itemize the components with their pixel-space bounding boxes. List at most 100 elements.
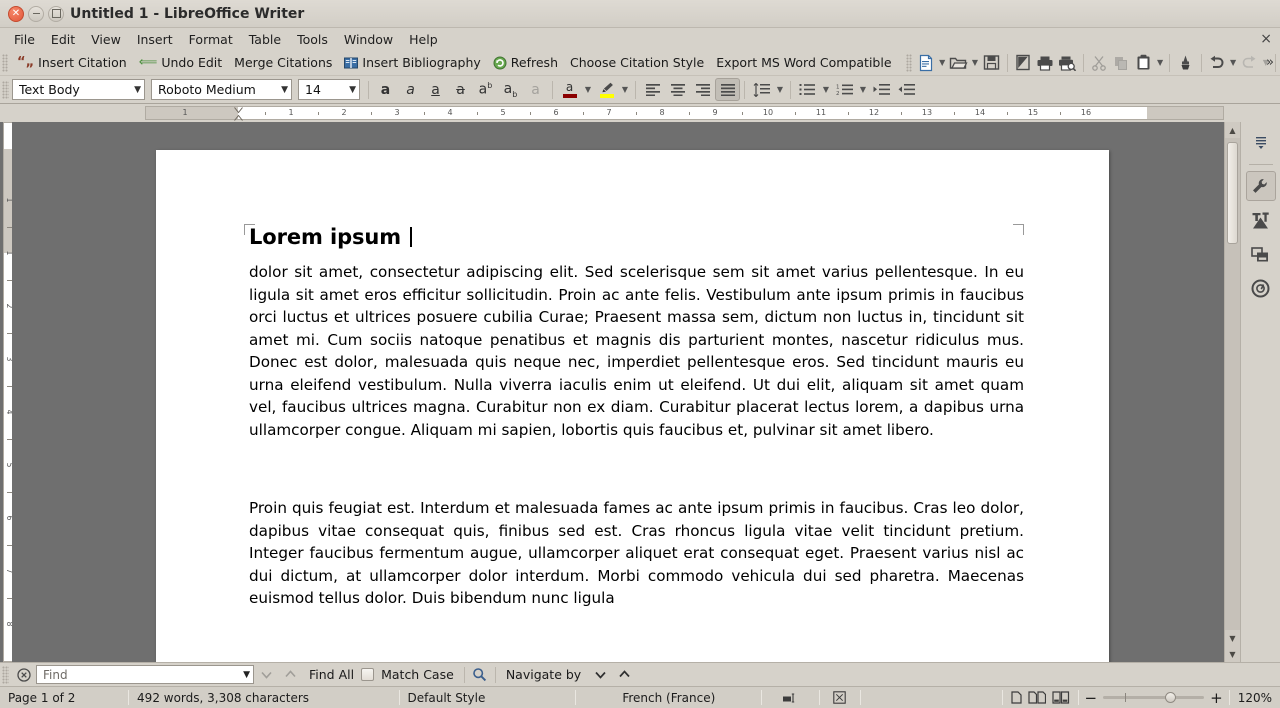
menu-view[interactable]: View — [83, 30, 129, 49]
horizontal-ruler[interactable]: 1 2 3 4 5 6 7 8 9 10 11 12 13 14 15 16 1 — [145, 106, 1224, 121]
undo-dropdown-icon[interactable]: ▼ — [1228, 52, 1238, 74]
underline-button[interactable]: a — [423, 78, 448, 101]
increase-indent-button[interactable] — [869, 78, 894, 101]
paragraph-style-combo[interactable]: Text Body ▼ — [12, 79, 145, 100]
menu-help[interactable]: Help — [401, 30, 446, 49]
find-toolbar-grip[interactable] — [2, 665, 9, 684]
language-status[interactable]: French (France) — [576, 690, 761, 706]
redo-button[interactable] — [1238, 52, 1260, 74]
sidebar-item-gallery[interactable] — [1246, 239, 1276, 269]
document-heading[interactable]: Lorem ipsum — [249, 225, 1024, 249]
font-size-combo[interactable]: 14 ▼ — [298, 79, 360, 100]
sidebar-settings-icon[interactable] — [1246, 128, 1276, 158]
menu-window[interactable]: Window — [336, 30, 401, 49]
subscript-button[interactable]: ab — [498, 78, 523, 101]
clone-formatting-button[interactable] — [1174, 52, 1196, 74]
close-find-icon[interactable] — [12, 665, 36, 685]
selection-mode-icon[interactable] — [820, 690, 860, 706]
new-doc-button[interactable] — [915, 52, 937, 74]
indent-marker-icon[interactable] — [234, 107, 243, 121]
page-style-status[interactable]: Default Style — [400, 690, 576, 706]
choose-citation-style-button[interactable]: Choose Citation Style — [564, 53, 710, 72]
document-canvas[interactable]: Lorem ipsum dolor sit amet, consectetur … — [12, 122, 1224, 662]
decrease-indent-button[interactable] — [894, 78, 919, 101]
print-preview-button[interactable] — [1056, 52, 1078, 74]
standard-toolbar-grip[interactable] — [905, 53, 912, 72]
font-color-dropdown-icon[interactable]: ▼ — [582, 79, 594, 101]
word-count-status[interactable]: 492 words, 3,308 characters — [129, 690, 398, 706]
menu-format[interactable]: Format — [181, 30, 241, 49]
cut-button[interactable] — [1088, 52, 1110, 74]
highlight-color-dropdown-icon[interactable]: ▼ — [619, 79, 631, 101]
clear-formatting-button[interactable]: a — [523, 78, 548, 101]
print-button[interactable] — [1034, 52, 1056, 74]
navigate-by-button[interactable]: Navigate by — [499, 667, 588, 682]
scrollbar-track[interactable] — [1225, 138, 1240, 630]
zoom-out-button[interactable]: − — [1079, 689, 1104, 707]
book-view-icon[interactable] — [1051, 691, 1070, 704]
menu-file[interactable]: File — [6, 30, 43, 49]
save-button[interactable] — [980, 52, 1002, 74]
menu-edit[interactable]: Edit — [43, 30, 83, 49]
toolbar-grip[interactable] — [2, 53, 9, 72]
unordered-list-dropdown-icon[interactable]: ▼ — [820, 79, 832, 101]
line-spacing-dropdown-icon[interactable]: ▼ — [774, 79, 786, 101]
sidebar-item-navigator[interactable] — [1246, 273, 1276, 303]
page-status[interactable]: Page 1 of 2 — [0, 690, 128, 706]
font-name-combo[interactable]: Roboto Medium ▼ — [151, 79, 292, 100]
scrollbar-thumb[interactable] — [1227, 142, 1238, 244]
navigate-next-icon[interactable] — [588, 665, 612, 685]
digital-signature-status[interactable] — [861, 690, 1002, 706]
document-paragraph-2[interactable]: Proin quis feugiat est. Interdum et male… — [249, 497, 1024, 610]
zoom-slider-knob[interactable] — [1165, 692, 1177, 703]
find-next-icon[interactable] — [254, 665, 278, 685]
document-text[interactable]: Lorem ipsum dolor sit amet, consectetur … — [249, 225, 1024, 610]
document-paragraph-1[interactable]: dolor sit amet, consectetur adipiscing e… — [249, 261, 1024, 441]
copy-button[interactable] — [1110, 52, 1132, 74]
open-button[interactable] — [947, 52, 969, 74]
export-ms-word-compatible-button[interactable]: Export MS Word Compatible — [710, 53, 897, 72]
line-spacing-button[interactable] — [749, 78, 774, 101]
find-all-button[interactable]: Find All — [302, 667, 361, 682]
insert-mode-icon[interactable] — [762, 690, 818, 706]
bold-button[interactable]: a — [373, 78, 398, 101]
menu-table[interactable]: Table — [241, 30, 289, 49]
chevron-down-icon[interactable]: ▼ — [243, 670, 250, 680]
search-input[interactable]: Find ▼ — [36, 665, 254, 684]
match-case-label[interactable]: Match Case — [374, 667, 461, 682]
strikethrough-button[interactable]: a — [448, 78, 473, 101]
ordered-list-button[interactable]: 12 — [832, 78, 857, 101]
undo-edit-button[interactable]: ⟸ Undo Edit — [133, 53, 228, 72]
italic-button[interactable]: a — [398, 78, 423, 101]
highlight-color-button[interactable] — [594, 78, 619, 101]
sidebar-item-properties[interactable] — [1245, 171, 1276, 201]
insert-bibliography-button[interactable]: Insert Bibliography — [338, 53, 486, 72]
align-center-button[interactable] — [665, 78, 690, 101]
zoom-in-button[interactable]: + — [1204, 689, 1229, 707]
justified-button[interactable] — [715, 78, 740, 101]
unordered-list-button[interactable] — [795, 78, 820, 101]
paste-dropdown-icon[interactable]: ▼ — [1155, 52, 1165, 74]
align-right-button[interactable] — [690, 78, 715, 101]
insert-citation-button[interactable]: “„ Insert Citation — [11, 53, 133, 72]
menu-tools[interactable]: Tools — [289, 30, 336, 49]
paste-button[interactable] — [1133, 52, 1155, 74]
sidebar-item-styles[interactable] — [1246, 205, 1276, 235]
formatting-toolbar-grip[interactable] — [2, 80, 9, 99]
magnifier-icon[interactable] — [468, 665, 492, 685]
vertical-scrollbar[interactable]: ▲ ▼ ▼ — [1224, 122, 1240, 662]
multi-page-icon[interactable] — [1027, 691, 1046, 704]
open-dropdown-icon[interactable]: ▼ — [970, 52, 980, 74]
font-color-button[interactable]: a — [557, 78, 582, 101]
toolbar-overflow-button[interactable]: » — [1266, 55, 1274, 70]
find-previous-icon[interactable] — [278, 665, 302, 685]
document-page[interactable]: Lorem ipsum dolor sit amet, consectetur … — [156, 150, 1109, 662]
scroll-up-button[interactable]: ▲ — [1225, 122, 1240, 138]
undo-button[interactable] — [1205, 52, 1227, 74]
close-document-button[interactable]: × — [1260, 31, 1272, 47]
zoom-slider[interactable] — [1103, 691, 1205, 705]
superscript-button[interactable]: ab — [473, 78, 498, 101]
new-doc-dropdown-icon[interactable]: ▼ — [937, 52, 947, 74]
export-pdf-button[interactable] — [1011, 52, 1033, 74]
align-left-button[interactable] — [640, 78, 665, 101]
